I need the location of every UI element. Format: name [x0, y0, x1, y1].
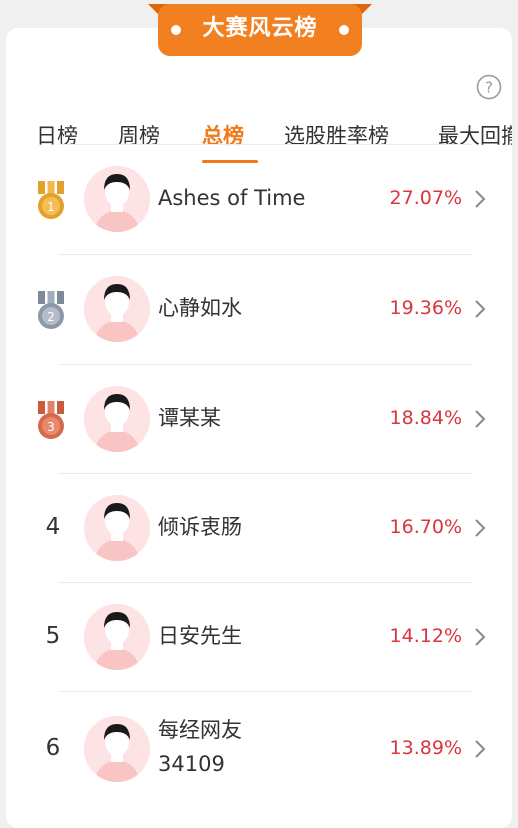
user-name: 谭某某: [158, 406, 221, 430]
user-name: Ashes of Time: [158, 186, 306, 210]
rank-label: 2: [47, 310, 55, 324]
gold-medal-icon: 1: [38, 181, 64, 219]
user-name: 倾诉衷肠: [158, 515, 242, 539]
svg-text:?: ?: [485, 79, 493, 97]
avatar[interactable]: [84, 495, 150, 561]
avatar[interactable]: [84, 716, 150, 782]
leaderboard-row[interactable]: 6 每经网友 34109 13.89%: [6, 692, 512, 800]
leaderboard-row[interactable]: 5 日安先生 14.12%: [6, 583, 512, 691]
user-name-line2: 34109: [158, 752, 225, 776]
rank-label: 1: [47, 200, 55, 214]
return-percentage: 27.07%: [389, 187, 462, 209]
leaderboard-card: ? 日榜 周榜 总榜 选股胜率榜 最大回撤 1 Ashes of Time 27…: [6, 28, 512, 828]
chevron-right-icon: [475, 300, 486, 318]
leaderboard-row[interactable]: 1 Ashes of Time 27.07%: [6, 145, 512, 253]
user-name: 日安先生: [158, 624, 242, 648]
bronze-medal-icon: 3: [38, 401, 64, 439]
help-icon[interactable]: ?: [476, 74, 502, 100]
avatar[interactable]: [84, 604, 150, 670]
user-name: 心静如水: [158, 296, 242, 320]
chevron-right-icon: [475, 740, 486, 758]
avatar[interactable]: [84, 276, 150, 342]
user-name: 每经网友: [158, 718, 242, 742]
chevron-right-icon: [475, 519, 486, 537]
avatar[interactable]: [84, 386, 150, 452]
rank-label: 3: [47, 420, 55, 434]
return-percentage: 13.89%: [389, 737, 462, 759]
leaderboard-banner: 大赛风云榜: [148, 0, 372, 56]
return-percentage: 18.84%: [389, 407, 462, 429]
chevron-right-icon: [475, 628, 486, 646]
banner-title: 大赛风云榜: [202, 16, 318, 41]
rank-number: 4: [45, 514, 61, 540]
leaderboard-row[interactable]: 3 谭某某 18.84%: [6, 365, 512, 473]
return-percentage: 14.12%: [389, 625, 462, 647]
rank-number: 6: [45, 735, 61, 761]
leaderboard-row[interactable]: 4 倾诉衷肠 16.70%: [6, 474, 512, 582]
chevron-right-icon: [475, 190, 486, 208]
silver-medal-icon: 2: [38, 291, 64, 329]
avatar[interactable]: [84, 166, 150, 232]
return-percentage: 19.36%: [389, 297, 462, 319]
return-percentage: 16.70%: [389, 516, 462, 538]
rank-number: 5: [45, 623, 61, 649]
leaderboard-row[interactable]: 2 心静如水 19.36%: [6, 255, 512, 363]
chevron-right-icon: [475, 410, 486, 428]
